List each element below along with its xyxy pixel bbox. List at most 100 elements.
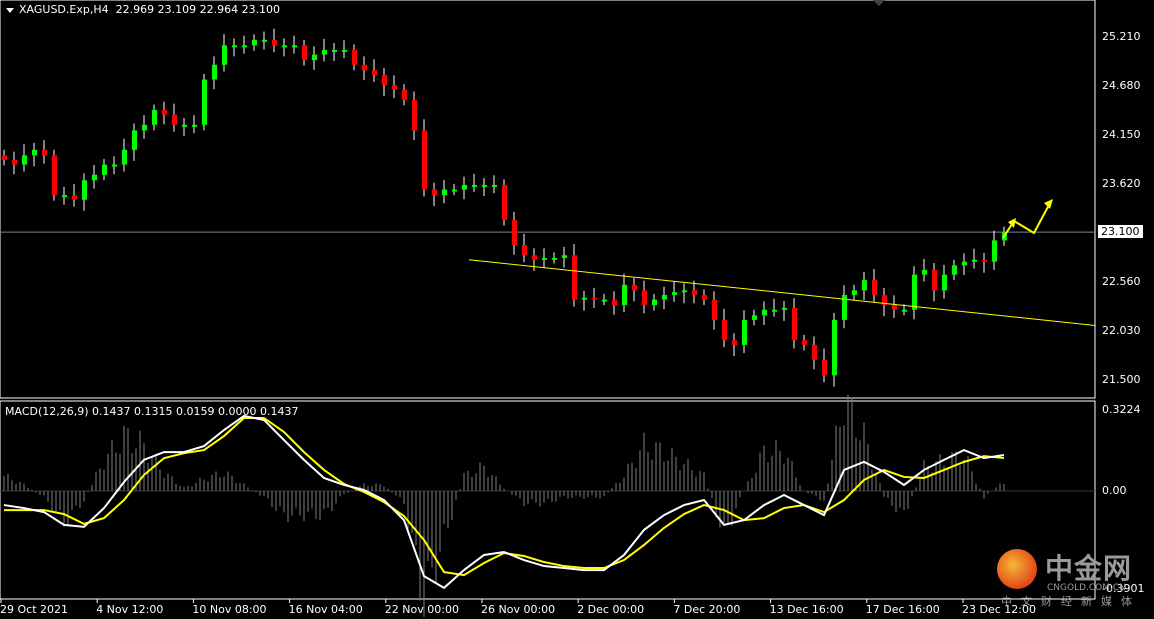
candle-body — [522, 245, 527, 256]
candle-body — [472, 184, 477, 187]
candle-body — [102, 164, 107, 175]
candle-body — [292, 45, 297, 48]
time-tick-label: 2 Dec 00:00 — [577, 603, 645, 616]
candle-body — [712, 299, 717, 320]
candle-body — [732, 340, 737, 345]
candle-body — [672, 292, 677, 295]
macd-lines — [3, 414, 1005, 590]
candle-body — [802, 340, 807, 345]
candle-body — [852, 290, 857, 295]
price-tick-label: 24.150 — [1102, 127, 1141, 141]
time-tick-label: 4 Nov 12:00 — [96, 603, 164, 616]
price-tick-label: 22.560 — [1102, 274, 1141, 288]
time-tick-label: 10 Nov 08:00 — [192, 603, 267, 616]
candle-body — [32, 149, 37, 156]
time-tick-label: 26 Nov 00:00 — [481, 603, 556, 616]
candle-body — [772, 309, 777, 312]
ohlc-values: 22.969 23.109 22.964 23.100 — [115, 3, 281, 16]
scroll-marker-icon[interactable] — [873, 0, 885, 6]
candle-body — [312, 54, 317, 61]
candle-body — [982, 259, 987, 262]
macd-histogram — [0, 394, 1095, 618]
current-price-label: 23.100 — [1098, 225, 1143, 239]
candle-body — [432, 189, 437, 196]
candle-body — [922, 269, 927, 275]
candle-body — [172, 114, 177, 125]
dropdown-triangle-icon[interactable] — [6, 7, 14, 13]
candle-body — [132, 130, 137, 150]
candle-body — [952, 265, 957, 275]
candle-body — [442, 189, 447, 196]
candle-body — [402, 89, 407, 100]
candle-body — [262, 39, 267, 42]
candle-body — [722, 319, 727, 341]
candle-body — [462, 184, 467, 190]
cngold-logo-icon — [997, 549, 1037, 589]
candle-body — [892, 305, 897, 310]
price-tick-label: 25.210 — [1102, 30, 1141, 43]
candle-body — [582, 297, 587, 300]
candle-body — [372, 70, 377, 75]
trendline[interactable] — [468, 259, 1096, 326]
candle-body — [482, 184, 487, 187]
candle-body — [362, 64, 367, 71]
candle-body — [122, 149, 127, 165]
candle-body — [52, 155, 57, 196]
candle-body — [552, 257, 557, 260]
candle-body — [282, 45, 287, 48]
candle-body — [762, 309, 767, 316]
candle-body — [212, 64, 217, 80]
candle-body — [272, 39, 277, 46]
macd-header: MACD(12,26,9) 0.1437 0.1315 0.0159 0.000… — [5, 405, 299, 418]
time-tick-label: 16 Nov 04:00 — [288, 603, 363, 616]
candles — [2, 28, 1007, 387]
candle-body — [782, 307, 787, 310]
arrow-head-icon — [1008, 218, 1016, 228]
candle-body — [622, 284, 627, 306]
time-tick-label: 7 Dec 20:00 — [673, 603, 741, 616]
candle-body — [392, 85, 397, 90]
candle-body — [382, 74, 387, 86]
candle-body — [632, 284, 637, 291]
candle-body — [642, 290, 647, 306]
candle-body — [92, 174, 97, 181]
price-tick-label: 24.680 — [1102, 78, 1141, 92]
candle-body — [832, 319, 837, 376]
candle-body — [602, 299, 607, 302]
candle-body — [232, 45, 237, 48]
candle-body — [592, 297, 597, 300]
candle-body — [742, 319, 747, 345]
watermark-name: 中金网 — [1045, 552, 1133, 585]
candle-body — [412, 99, 417, 131]
candle-body — [702, 294, 707, 300]
time-tick-label: 22 Nov 00:00 — [384, 603, 459, 616]
support-trendline — [468, 259, 1096, 326]
chart-canvas — [0, 0, 1096, 618]
candle-body — [512, 220, 517, 246]
candle-body — [902, 309, 907, 312]
candle-body — [422, 130, 427, 190]
candle-body — [562, 255, 567, 258]
candle-body — [302, 45, 307, 61]
candle-body — [252, 39, 257, 46]
candle-body — [572, 255, 577, 300]
candle-body — [962, 261, 967, 266]
chart-header: XAGUSD.Exp,H4 22.969 23.109 22.964 23.10… — [6, 3, 280, 16]
candle-body — [822, 359, 827, 376]
candle-body — [792, 307, 797, 341]
candle-body — [222, 45, 227, 65]
candle-body — [242, 45, 247, 48]
candle-body — [752, 315, 757, 320]
symbol-label: XAGUSD.Exp,H4 — [19, 3, 109, 16]
price-tick-label: 21.500 — [1102, 372, 1141, 386]
candle-body — [862, 280, 867, 291]
candle-body — [872, 280, 877, 295]
time-tick-label: 17 Dec 16:00 — [865, 603, 940, 616]
candle-body — [812, 344, 817, 360]
candle-body — [352, 49, 357, 65]
candle-body — [492, 184, 497, 187]
candle-body — [192, 124, 197, 127]
candle-body — [62, 195, 67, 198]
candle-body — [142, 124, 147, 131]
time-tick-label: 13 Dec 16:00 — [769, 603, 844, 616]
